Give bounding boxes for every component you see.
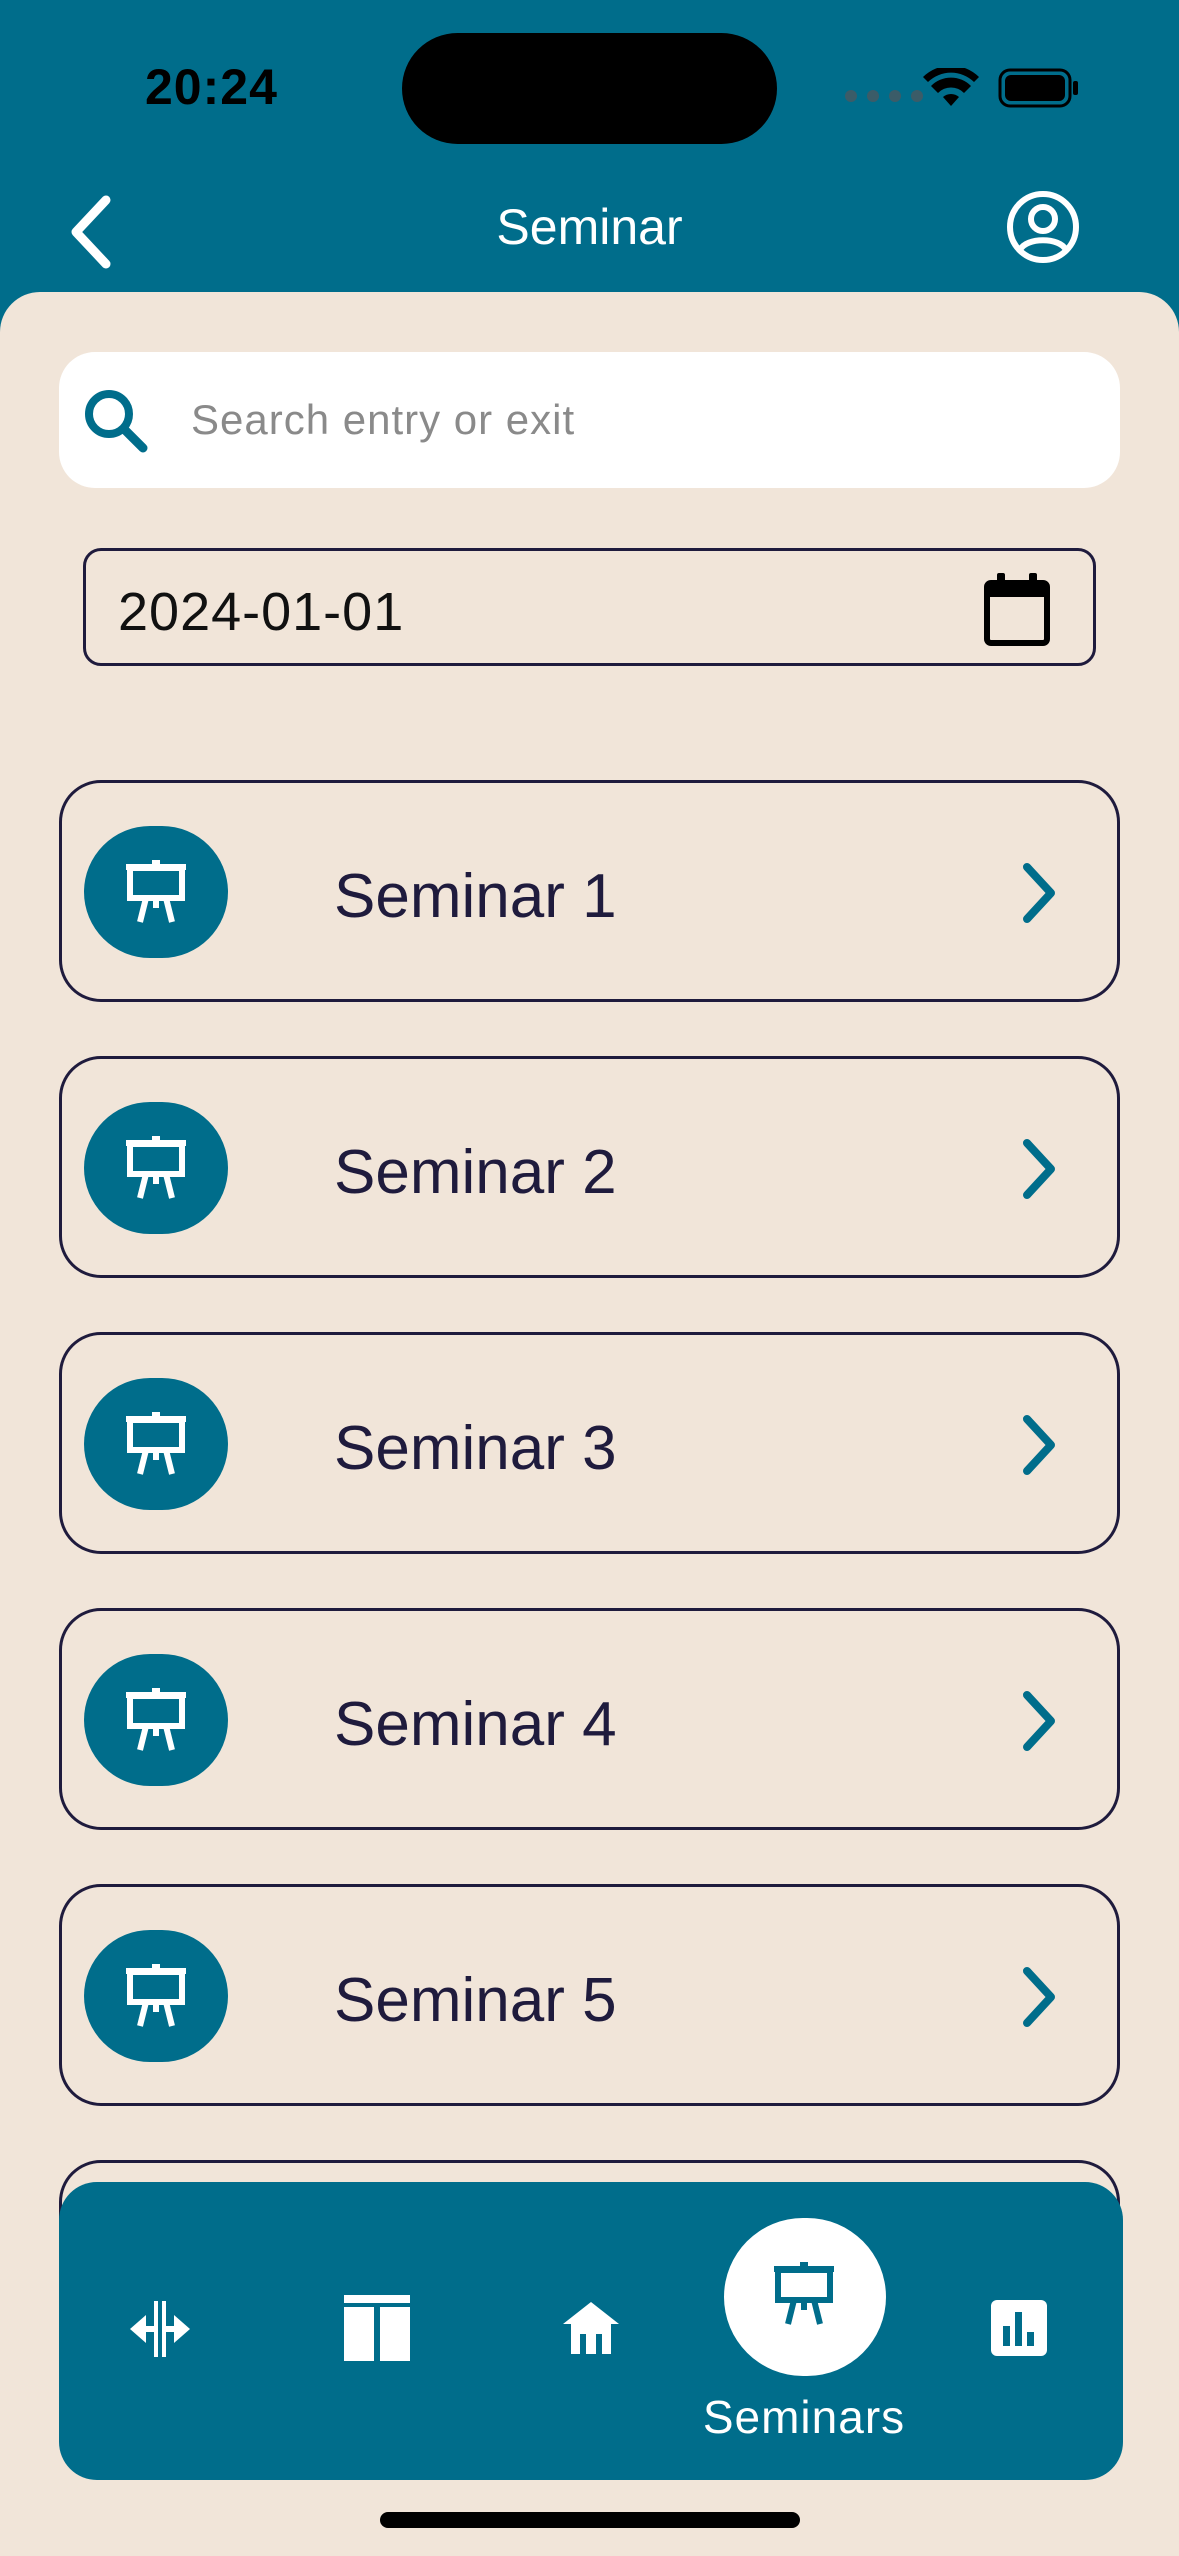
nav-item-seminars-label: Seminars (702, 2391, 906, 2443)
columns-icon (344, 2295, 410, 2361)
split-arrows-icon (130, 2301, 190, 2357)
search-input[interactable] (191, 352, 1091, 488)
chevron-right-icon (1023, 1691, 1055, 1751)
battery-icon (998, 68, 1078, 108)
date-picker-field[interactable]: 2024-01-01 (83, 548, 1096, 666)
dynamic-island (402, 33, 777, 144)
presentation-icon (126, 860, 186, 923)
date-value: 2024-01-01 (118, 582, 405, 642)
chevron-right-icon (1023, 863, 1055, 923)
chevron-right-icon (1023, 1415, 1055, 1475)
seminar-list-item[interactable]: Seminar 5 (59, 1884, 1120, 2106)
search-bar[interactable] (59, 352, 1120, 488)
nav-item-columns[interactable] (292, 2182, 462, 2480)
seminar-list-item[interactable]: Seminar 4 (59, 1608, 1120, 1830)
nav-item-stats[interactable] (934, 2182, 1104, 2480)
seminar-name: Seminar 3 (334, 1414, 617, 1483)
seminar-list-item[interactable]: Seminar 1 (59, 780, 1120, 1002)
presentation-icon (774, 2262, 834, 2325)
chevron-right-icon (1023, 1139, 1055, 1199)
presentation-icon (126, 1964, 186, 2027)
seminar-avatar (84, 1102, 228, 1234)
nav-item-home[interactable] (506, 2182, 676, 2480)
seminar-avatar (84, 1654, 228, 1786)
nav-item-seminars[interactable] (724, 2218, 886, 2376)
seminar-list-item[interactable]: Seminar 2 (59, 1056, 1120, 1278)
home-icon (563, 2302, 619, 2354)
profile-icon[interactable] (1006, 190, 1080, 264)
nav-item-split[interactable] (75, 2182, 245, 2480)
calendar-icon[interactable] (983, 571, 1051, 647)
home-indicator[interactable] (380, 2512, 800, 2528)
app-bar: Seminar (0, 170, 1179, 290)
seminar-avatar (84, 1930, 228, 2062)
presentation-icon (126, 1412, 186, 1475)
seminar-avatar (84, 1378, 228, 1510)
seminar-name: Seminar 1 (334, 862, 617, 931)
presentation-icon (126, 1688, 186, 1751)
search-icon (85, 390, 148, 453)
seminar-name: Seminar 4 (334, 1690, 617, 1759)
bar-chart-icon (991, 2300, 1047, 2356)
seminar-name: Seminar 2 (334, 1138, 617, 1207)
seminar-list-item[interactable]: Seminar 3 (59, 1332, 1120, 1554)
page-title: Seminar (496, 199, 683, 255)
seminar-avatar (84, 826, 228, 958)
chevron-right-icon (1023, 1967, 1055, 2027)
seminar-name: Seminar 5 (334, 1966, 617, 2035)
wifi-icon (923, 68, 979, 106)
status-time: 20:24 (145, 59, 278, 115)
status-bar: 20:24 (0, 0, 1179, 170)
cellular-signal-icon (845, 90, 927, 104)
bottom-nav-bar: Seminars (59, 2182, 1123, 2480)
presentation-icon (126, 1136, 186, 1199)
